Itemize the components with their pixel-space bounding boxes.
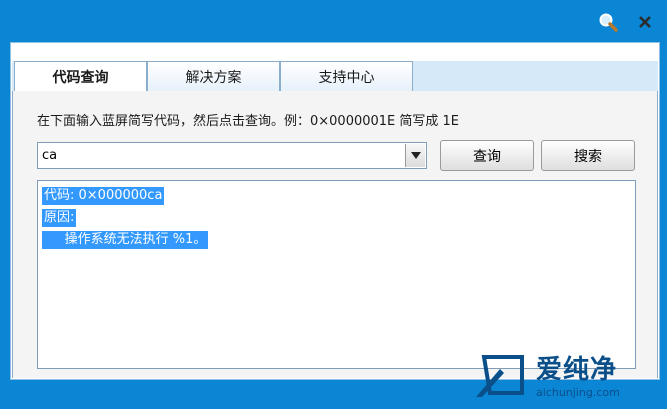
watermark-url: aichunjing.com	[536, 385, 620, 399]
tab-support-center[interactable]: 支持中心	[280, 61, 413, 91]
tab-label: 支持中心	[318, 69, 375, 86]
result-reason-label: 原因:	[42, 209, 77, 227]
watermark-icon	[470, 353, 528, 401]
title-bar	[0, 0, 667, 42]
close-icon[interactable]	[635, 12, 655, 32]
result-reason-text: 操作系统无法执行 %1。	[42, 231, 209, 249]
tab-solutions[interactable]: 解决方案	[147, 61, 280, 91]
result-textarea[interactable]: 代码: 0×000000ca 原因: 操作系统无法执行 %1。	[37, 180, 636, 369]
watermark-name: 爱纯净	[536, 354, 618, 385]
search-button[interactable]: 搜索	[541, 140, 635, 171]
code-combobox[interactable]: ca	[37, 142, 427, 169]
search-icon[interactable]	[598, 12, 618, 32]
watermark-logo: 爱纯净 aichunjing.com	[470, 352, 660, 402]
tab-code-query[interactable]: 代码查询	[14, 61, 147, 92]
dropdown-arrow-icon[interactable]	[405, 144, 425, 167]
instruction-text: 在下面输入蓝屏简写代码，然后点击查询。例：0×0000001E 简写成 1E	[37, 114, 460, 129]
query-button[interactable]: 查询	[440, 140, 534, 171]
tab-label: 代码查询	[52, 70, 109, 86]
tab-label: 解决方案	[185, 69, 242, 86]
app-window: 代码查询 解决方案 支持中心 在下面输入蓝屏简写代码，然后点击查询。例：0×00…	[0, 0, 667, 409]
result-code-line: 代码: 0×000000ca	[42, 187, 165, 205]
code-input-value[interactable]: ca	[42, 148, 57, 163]
